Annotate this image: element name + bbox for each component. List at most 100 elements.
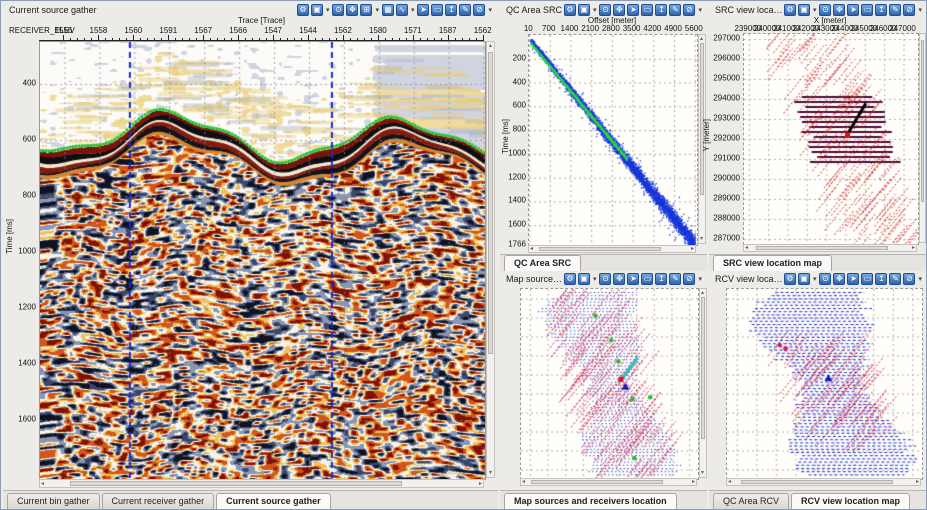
clear-selection-icon[interactable]: ⊘ — [683, 273, 695, 285]
pointer-icon[interactable]: ➤ — [627, 273, 639, 285]
tab-rcv-view-location-map[interactable]: RCV view location map — [791, 493, 910, 509]
tick-label: 1000 — [508, 148, 526, 157]
settings-icon[interactable]: ⚙ — [564, 273, 576, 285]
edit-icon[interactable]: ✎ — [459, 4, 471, 16]
pointer-icon[interactable]: ➤ — [417, 4, 429, 16]
tick-label: 400 — [23, 79, 36, 88]
edit-icon[interactable]: ✎ — [669, 273, 681, 285]
rcv-map-panel-header: RCV view location map ⚙▣▾⊙✥➤▭↥✎⊘▾ — [709, 272, 926, 286]
clear-selection-icon[interactable]: ⊘ — [903, 4, 915, 16]
edit-icon[interactable]: ✎ — [669, 4, 681, 16]
clear-selection-icon[interactable]: ⊘ — [903, 273, 915, 285]
dropdown-caret-icon[interactable]: ▾ — [698, 275, 702, 283]
zoom-area-icon[interactable]: ⊞ — [360, 4, 372, 16]
qc-src-panel-title: QC Area SRC — [500, 5, 562, 15]
display-mode-icon[interactable]: ▣ — [311, 4, 323, 16]
dropdown-caret-icon[interactable]: ▾ — [411, 6, 415, 14]
dropdown-caret-icon[interactable]: ▾ — [488, 6, 492, 14]
settings-icon[interactable]: ⚙ — [784, 4, 796, 16]
app-window: Current source gather ⚙▣▾⊙✥⊞▾▦∿▾➤▭↥✎⊘▾ T… — [0, 0, 927, 510]
gather-vertical-scrollbar[interactable]: ▴▾ — [486, 41, 495, 478]
gather-panel-header: Current source gather ⚙▣▾⊙✥⊞▾▦∿▾➤▭↥✎⊘▾ — [3, 3, 496, 17]
gather-horizontal-scrollbar[interactable]: ◂▸ — [39, 479, 484, 488]
tab-qc-area-src[interactable]: QC Area SRC — [504, 255, 581, 271]
zoom-icon[interactable]: ⊙ — [819, 273, 831, 285]
tick-label: 800 — [23, 191, 36, 200]
export-icon[interactable]: ↥ — [655, 273, 667, 285]
table-icon[interactable]: ▦ — [382, 4, 394, 16]
src-rcv-map-canvas[interactable] — [520, 288, 699, 480]
qc-src-toolbar: ⚙▣▾⊙✥➤▭↥✎⊘▾ — [564, 4, 706, 16]
src-map-horizontal-scrollbar[interactable]: ◂▸ — [743, 244, 917, 252]
pointer-icon[interactable]: ➤ — [847, 273, 859, 285]
tick-label: 10 — [524, 24, 533, 33]
tab-current-receiver-gather[interactable]: Current receiver gather — [102, 493, 215, 509]
tick-label: 3500 — [623, 24, 641, 33]
dropdown-caret-icon[interactable]: ▾ — [813, 275, 817, 283]
tick-label: 800 — [513, 125, 526, 134]
clear-selection-icon[interactable]: ⊘ — [473, 4, 485, 16]
tab-current-bin-gather[interactable]: Current bin gather — [7, 493, 100, 509]
pointer-icon[interactable]: ➤ — [847, 4, 859, 16]
dropdown-caret-icon[interactable]: ▾ — [326, 6, 330, 14]
dropdown-caret-icon[interactable]: ▾ — [918, 6, 922, 14]
tab-src-view-location-map[interactable]: SRC view location map — [713, 255, 832, 271]
src-map-vertical-scrollbar[interactable] — [919, 33, 926, 243]
tick-label: 1400 — [18, 359, 36, 368]
select-rect-icon[interactable]: ▭ — [861, 273, 873, 285]
wiggle-display-icon[interactable]: ∿ — [396, 4, 408, 16]
rcv-map-horizontal-scrollbar[interactable]: ◂▸ — [726, 478, 921, 486]
pointer-icon[interactable]: ➤ — [627, 4, 639, 16]
edit-icon[interactable]: ✎ — [889, 273, 901, 285]
dropdown-caret-icon[interactable]: ▾ — [698, 6, 702, 14]
src-rcv-map-vertical-scrollbar[interactable]: ▴▾ — [699, 288, 707, 478]
seismic-gather-canvas[interactable] — [39, 41, 486, 480]
zoom-icon[interactable]: ⊙ — [819, 4, 831, 16]
tick-label: 297000 — [713, 34, 740, 43]
dropdown-caret-icon[interactable]: ▾ — [593, 6, 597, 14]
zoom-icon[interactable]: ⊙ — [599, 4, 611, 16]
pan-icon[interactable]: ✥ — [833, 4, 845, 16]
select-rect-icon[interactable]: ▭ — [641, 273, 653, 285]
dropdown-caret-icon[interactable]: ▾ — [813, 6, 817, 14]
settings-icon[interactable]: ⚙ — [784, 273, 796, 285]
pan-icon[interactable]: ✥ — [346, 4, 358, 16]
settings-icon[interactable]: ⚙ — [564, 4, 576, 16]
gather-toolbar: ⚙▣▾⊙✥⊞▾▦∿▾➤▭↥✎⊘▾ — [297, 4, 496, 16]
qc-area-src-plot-canvas[interactable] — [528, 34, 698, 246]
export-icon[interactable]: ↥ — [875, 4, 887, 16]
clear-selection-icon[interactable]: ⊘ — [683, 4, 695, 16]
dropdown-caret-icon[interactable]: ▾ — [593, 275, 597, 283]
tab-map-sources-and-receivers-location[interactable]: Map sources and receivers location — [504, 493, 677, 509]
tick-label: 700 — [542, 24, 555, 33]
select-rect-icon[interactable]: ▭ — [641, 4, 653, 16]
zoom-icon[interactable]: ⊙ — [599, 273, 611, 285]
select-rect-icon[interactable]: ▭ — [431, 4, 443, 16]
src-rcv-map-horizontal-scrollbar[interactable]: ◂▸ — [520, 478, 697, 486]
display-mode-icon[interactable]: ▣ — [578, 4, 590, 16]
settings-icon[interactable]: ⚙ — [297, 4, 309, 16]
display-mode-icon[interactable]: ▣ — [798, 4, 810, 16]
tick-label: 1600 — [508, 220, 526, 229]
dropdown-caret-icon[interactable]: ▾ — [375, 6, 379, 14]
gather-xaxis-ruler — [39, 34, 484, 41]
pan-icon[interactable]: ✥ — [613, 4, 625, 16]
display-mode-icon[interactable]: ▣ — [578, 273, 590, 285]
qc-src-horizontal-scrollbar[interactable]: ◂▸ — [528, 245, 696, 253]
export-icon[interactable]: ↥ — [655, 4, 667, 16]
select-rect-icon[interactable]: ▭ — [861, 4, 873, 16]
pan-icon[interactable]: ✥ — [613, 273, 625, 285]
export-icon[interactable]: ↥ — [875, 273, 887, 285]
qc-src-xaxis-ticks: 107001400210028003500420049005600 — [528, 24, 696, 33]
src-location-map-canvas[interactable] — [743, 33, 919, 245]
rcv-location-map-canvas[interactable] — [726, 288, 923, 480]
zoom-icon[interactable]: ⊙ — [332, 4, 344, 16]
tick-label: 1766 — [508, 240, 526, 249]
tab-current-source-gather[interactable]: Current source gather — [216, 493, 331, 509]
edit-icon[interactable]: ✎ — [889, 4, 901, 16]
dropdown-caret-icon[interactable]: ▾ — [918, 275, 922, 283]
export-icon[interactable]: ↥ — [445, 4, 457, 16]
pan-icon[interactable]: ✥ — [833, 273, 845, 285]
tab-qc-area-rcv[interactable]: QC Area RCV — [713, 493, 789, 509]
display-mode-icon[interactable]: ▣ — [798, 273, 810, 285]
